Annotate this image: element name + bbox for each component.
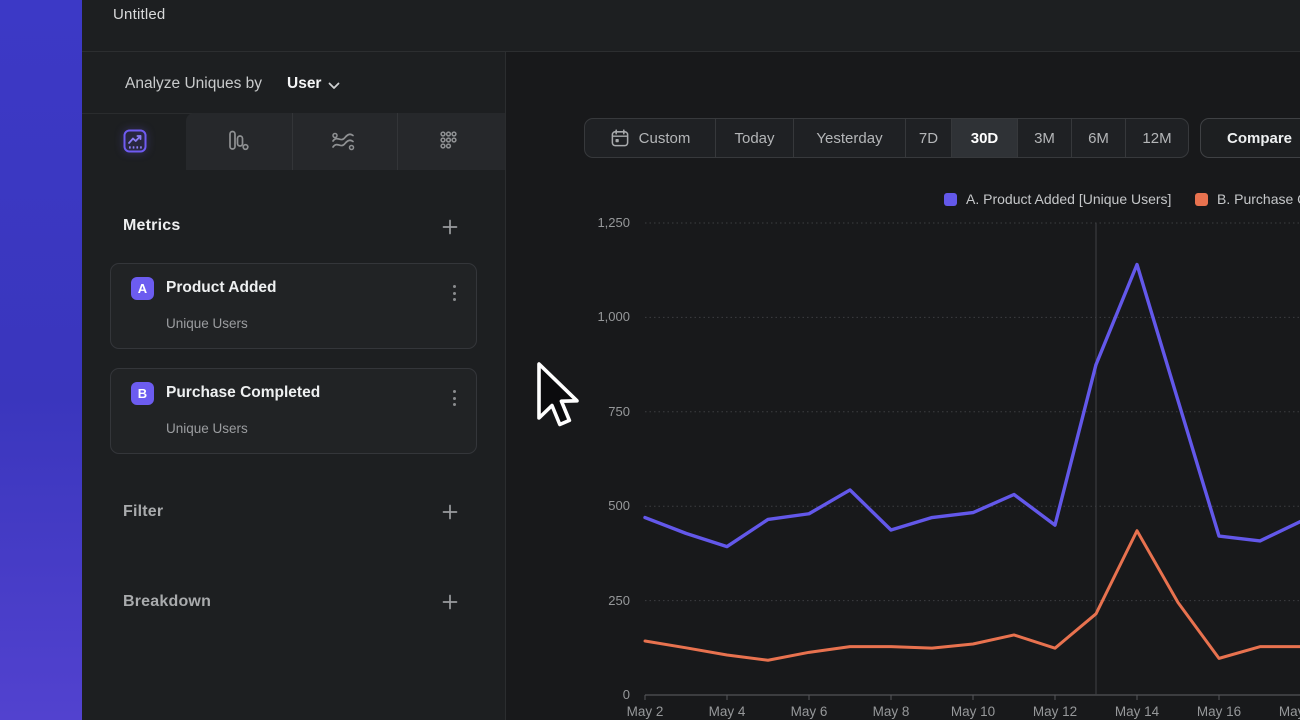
chart-panel: Custom Today Yesterday 7D 30D 3M 6M 12M … bbox=[506, 52, 1300, 720]
bar-chart-icon bbox=[225, 128, 251, 154]
analyze-uniques-label: Analyze Uniques by bbox=[125, 75, 262, 93]
retention-grid-icon bbox=[435, 128, 461, 154]
add-breakdown-button[interactable] bbox=[441, 593, 459, 611]
flows-icon bbox=[330, 128, 356, 154]
header-bar bbox=[82, 0, 1300, 52]
plus-icon bbox=[442, 594, 458, 610]
brand-gradient-strip bbox=[0, 0, 82, 720]
metric-badge-b: B bbox=[131, 382, 154, 405]
metric-card-a[interactable]: A Product Added Unique Users bbox=[110, 263, 477, 349]
tab-divider bbox=[292, 113, 293, 170]
line-chart-icon bbox=[123, 129, 147, 153]
app-window: Untitled Analyze Uniques by User bbox=[0, 0, 1300, 720]
metric-badge-a: A bbox=[131, 277, 154, 300]
query-sidebar: Analyze Uniques by User bbox=[82, 52, 505, 720]
metric-card-b[interactable]: B Purchase Completed Unique Users bbox=[110, 368, 477, 454]
metric-subtitle[interactable]: Unique Users bbox=[166, 316, 248, 331]
metrics-heading: Metrics bbox=[123, 217, 180, 235]
plus-icon bbox=[442, 219, 458, 235]
filter-heading: Filter bbox=[123, 503, 163, 521]
tab-divider bbox=[397, 113, 398, 170]
tab-bar-chart[interactable] bbox=[215, 118, 261, 164]
analyze-entity-dropdown[interactable]: User bbox=[287, 75, 321, 93]
chevron-down-icon bbox=[328, 82, 340, 90]
metric-subtitle[interactable]: Unique Users bbox=[166, 421, 248, 436]
line-chart[interactable] bbox=[506, 52, 1300, 720]
add-metric-button[interactable] bbox=[441, 218, 459, 236]
metric-title: Purchase Completed bbox=[166, 384, 320, 402]
metric-options-button[interactable] bbox=[449, 386, 460, 410]
metric-options-button[interactable] bbox=[449, 281, 460, 305]
add-filter-button[interactable] bbox=[441, 503, 459, 521]
plus-icon bbox=[442, 504, 458, 520]
tab-retention[interactable] bbox=[425, 118, 471, 164]
cursor-pointer bbox=[536, 362, 582, 432]
tab-flows[interactable] bbox=[320, 118, 366, 164]
metric-title: Product Added bbox=[166, 279, 277, 297]
analyze-row: Analyze Uniques by User bbox=[82, 52, 505, 114]
tab-insights[interactable] bbox=[112, 118, 158, 164]
report-title[interactable]: Untitled bbox=[113, 6, 165, 23]
breakdown-heading: Breakdown bbox=[123, 593, 211, 611]
